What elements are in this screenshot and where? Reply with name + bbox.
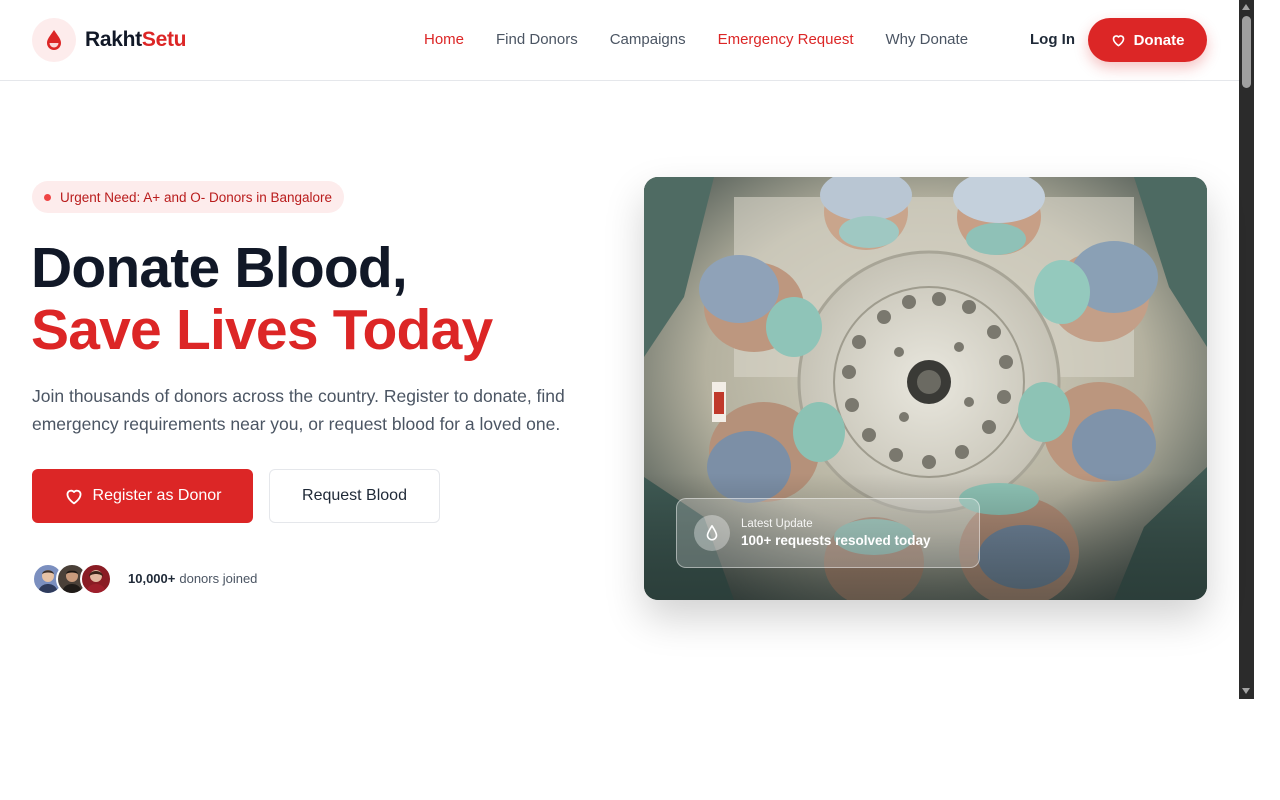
brand-name: RakhtSetu [85, 28, 186, 52]
hero-title-line2: Save Lives Today [31, 298, 493, 362]
avatar [80, 563, 112, 595]
brand-name-part2: Setu [141, 28, 187, 51]
urgent-need-text: Urgent Need: A+ and O- Donors in Bangalo… [60, 189, 333, 205]
main-nav: Home Find Donors Campaigns Emergency Req… [424, 31, 968, 48]
latest-update-text: Latest Update 100+ requests resolved tod… [741, 518, 930, 548]
nav-find-donors[interactable]: Find Donors [496, 31, 578, 48]
request-blood-button[interactable]: Request Blood [269, 469, 440, 523]
status-dot-icon [44, 193, 51, 201]
nav-home[interactable]: Home [424, 31, 464, 48]
donor-count-text: 10,000+ donors joined [128, 571, 257, 586]
hero-subtitle: Join thousands of donors across the coun… [32, 386, 565, 434]
scroll-up-arrow-icon[interactable] [1242, 4, 1250, 10]
nav-emergency-request[interactable]: Emergency Request [718, 31, 854, 48]
hero-title: Donate Blood, Save Lives Today [31, 236, 493, 362]
donor-avatars [32, 563, 112, 595]
donate-button-label: Donate [1133, 31, 1185, 49]
brand-name-part1: Rakht [85, 28, 142, 51]
register-donor-label: Register as Donor [92, 487, 222, 504]
donor-count-suffix: donors joined [179, 571, 258, 586]
heart-icon [1112, 35, 1124, 47]
hero-title-line1: Donate Blood, [31, 236, 408, 300]
urgent-need-badge: Urgent Need: A+ and O- Donors in Bangalo… [32, 181, 345, 213]
brand-logo[interactable]: RakhtSetu [32, 18, 186, 62]
nav-why-donate[interactable]: Why Donate [886, 31, 969, 48]
droplet-icon [694, 515, 730, 551]
heart-icon [66, 489, 81, 505]
latest-update-value: 100+ requests resolved today [741, 533, 931, 548]
scroll-thumb[interactable] [1242, 16, 1251, 88]
site-header: RakhtSetu Home Find Donors Campaigns Eme… [0, 0, 1239, 81]
nav-campaigns[interactable]: Campaigns [610, 31, 686, 48]
latest-update-card: Latest Update 100+ requests resolved tod… [676, 498, 980, 568]
hero-image-card: Latest Update 100+ requests resolved tod… [644, 177, 1207, 600]
login-link[interactable]: Log In [1030, 31, 1075, 48]
scroll-down-arrow-icon[interactable] [1242, 688, 1250, 694]
donate-button[interactable]: Donate [1088, 18, 1207, 62]
register-donor-button[interactable]: Register as Donor [32, 469, 253, 523]
page-scrollbar[interactable] [1239, 0, 1254, 699]
blood-drop-icon [32, 18, 76, 62]
donor-count: 10,000+ [128, 571, 176, 586]
latest-update-label: Latest Update [741, 518, 813, 530]
